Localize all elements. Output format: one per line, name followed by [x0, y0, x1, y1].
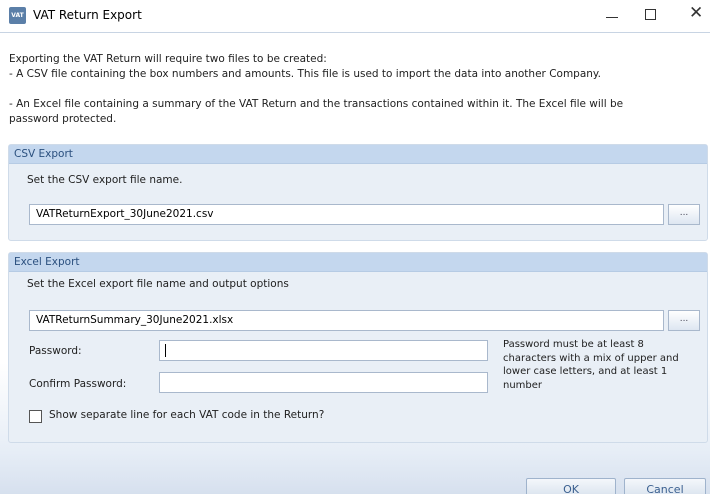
excel-export-label: Set the Excel export file name and outpu… [27, 278, 289, 290]
confirm-password-input[interactable] [159, 372, 488, 393]
excel-export-group: Excel Export Set the Excel export file n… [8, 252, 708, 443]
minimize-button[interactable] [590, 0, 636, 30]
password-label: Password: [29, 345, 82, 357]
csv-export-label: Set the CSV export file name. [27, 174, 183, 186]
intro-line-2: - A CSV file containing the box numbers … [9, 68, 601, 80]
csv-browse-button[interactable]: ... [668, 204, 700, 225]
csv-filename-input[interactable]: VATReturnExport_30June2021.csv [29, 204, 664, 225]
intro-text: Exporting the VAT Return will require tw… [9, 52, 704, 127]
csv-export-header: CSV Export [9, 145, 707, 164]
close-icon: ✕ [689, 3, 704, 23]
confirm-password-label: Confirm Password: [29, 378, 127, 390]
password-input[interactable] [159, 340, 488, 361]
password-hint-line-2: characters with a mix of upper and [503, 352, 679, 364]
password-hint-line-3: lower case letters, and at least 1 [503, 366, 668, 377]
password-hint-line-1: Password must be at least 8 [503, 339, 644, 350]
separate-line-checkbox[interactable] [29, 410, 42, 423]
cancel-button[interactable]: Cancel [624, 478, 706, 494]
close-button[interactable]: ✕ [664, 0, 710, 30]
text-cursor [165, 344, 166, 357]
dialog-content: Exporting the VAT Return will require tw… [0, 32, 710, 494]
ok-button[interactable]: OK [526, 478, 616, 494]
excel-browse-button[interactable]: ... [668, 310, 700, 331]
password-hint-line-4: number [503, 379, 543, 391]
window-title: VAT Return Export [33, 8, 142, 22]
intro-line-3: - An Excel file containing a summary of … [9, 98, 624, 110]
vat-app-icon: VAT [9, 7, 26, 24]
intro-line-4: password protected. [9, 113, 117, 125]
title-bar: VAT VAT Return Export ✕ [0, 0, 710, 32]
excel-export-header: Excel Export [9, 253, 707, 272]
csv-export-group: CSV Export Set the CSV export file name.… [8, 144, 708, 241]
excel-filename-input[interactable]: VATReturnSummary_30June2021.xlsx [29, 310, 664, 331]
maximize-icon [645, 9, 656, 20]
separate-line-checkbox-label[interactable]: Show separate line for each VAT code in … [49, 409, 324, 421]
minimize-icon [606, 17, 618, 18]
password-hint: Password must be at least 8 characters w… [503, 338, 708, 392]
intro-line-1: Exporting the VAT Return will require tw… [9, 53, 327, 65]
